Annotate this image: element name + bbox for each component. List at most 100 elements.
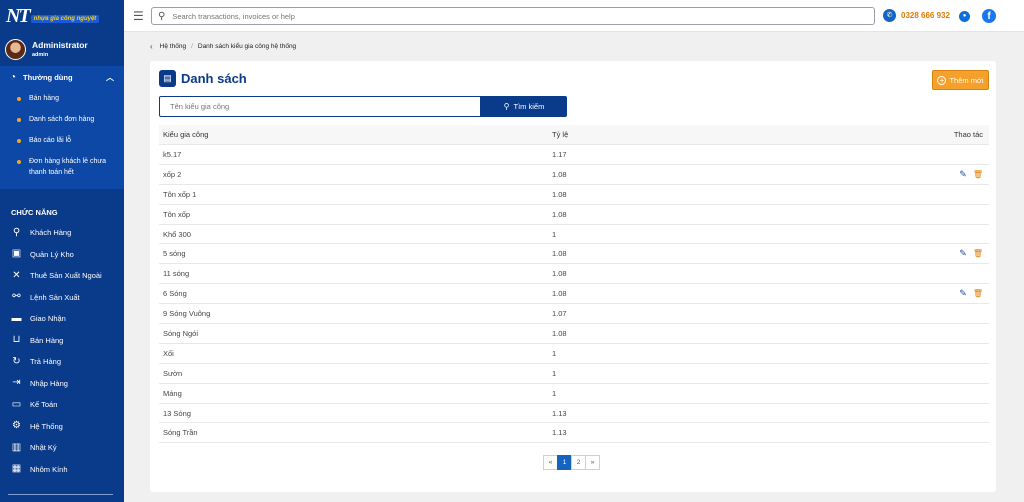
sidebar-item-unpaid-orders[interactable]: Đơn hàng khách lẻ chưa thanh toán hết [0,151,124,183]
table-row: k5.17 1.17 [159,145,989,165]
sidebar-nav-item[interactable]: ▬ Giao Nhận [0,308,124,330]
edit-icon[interactable]: ✎ [959,169,967,179]
sidebar-item-profit-report[interactable]: Báo cáo lãi lỗ [0,130,124,151]
sidebar-nav-label: Nhập Hàng [30,378,68,388]
search-button[interactable]: ⚲ Tìm kiếm [481,96,567,117]
logo-text: nhựa gia công nguyệt [30,15,100,23]
delete-icon[interactable]: 🗑 [973,249,983,258]
cell-type: 11 sóng [163,269,190,279]
column-header-actions: Thao tác [953,130,983,139]
back-chevron-icon[interactable]: ‹ [150,42,153,51]
plus-circle-icon: + [937,75,947,85]
bullet-icon [17,160,21,164]
breadcrumb-current: Danh sách kiểu gia công hệ thống [197,43,297,50]
chart-icon: ▥ [11,441,22,453]
pagination-page-2[interactable]: 2 [571,455,586,470]
cell-ratio: 1 [552,388,557,398]
section-title: CHỨC NĂNG [11,208,58,217]
user-profile[interactable]: Administrator admin [0,32,124,66]
building-icon: ▦ [11,463,22,475]
user-run-icon: ⚲ [12,226,21,238]
sidebar-nav-item[interactable]: ⚲ Khách Hàng [0,222,124,244]
cell-ratio: 1.08 [552,289,567,299]
cell-ratio: 1.08 [552,269,567,279]
cell-actions: ✎ 🗑 [848,169,989,179]
cart-icon: ⊔ [12,334,21,346]
edit-icon[interactable]: ✎ [959,289,967,298]
column-header-type: Kiểu gia công [163,130,209,139]
gauge-icon: ◔ [10,71,17,83]
sidebar-nav-label: Nhôm Kính [30,464,68,474]
sidebar-nav-item[interactable]: ▦ Nhôm Kính [0,459,124,481]
sidebar-nav-item[interactable]: ↻ Trả Hàng [0,351,124,373]
pagination-next[interactable]: » [585,455,600,470]
trash-box-icon: ▣ [11,248,22,260]
breadcrumb-item[interactable]: Hệ thống [160,43,186,50]
main-card: ▤ Danh sách + Thêm mới ⚲ Tìm kiếm Kiểu g… [150,61,996,492]
search-icon: ⚲ [158,10,166,22]
messenger-icon[interactable]: ● [959,11,970,22]
sidebar-item-ban-hang[interactable]: Bán hàng [0,88,124,109]
sidebar: NT nhựa gia công nguyệt Administrator ad… [0,0,124,502]
column-header-ratio: Tỷ lệ [552,130,569,139]
table-row: Máng 1 [159,384,989,404]
phone-icon[interactable]: ✆ [883,9,896,22]
return-icon: ↻ [12,355,21,367]
sidebar-group-favorites[interactable]: ◔ Thường dùng ︿ [0,66,124,88]
bullet-icon [17,96,21,101]
sidebar-nav-label: Lệnh Sản Xuất [30,292,80,302]
sidebar-nav-item[interactable]: ⚯ Lệnh Sản Xuất [0,287,124,309]
cell-type: Máng [163,388,182,398]
sidebar-nav-item[interactable]: ▣ Quản Lý Kho [0,244,124,266]
cell-ratio: 1.13 [552,428,567,438]
cell-type: xốp 2 [163,169,182,179]
cell-type: 5 sóng [163,249,186,259]
table-row: 5 sóng 1.08 ✎ 🗑 [159,244,989,265]
pagination-page-1[interactable]: 1 [557,455,572,470]
menu-icon[interactable]: ☰ [133,10,144,22]
search-icon: ⚲ [503,102,510,111]
user-name: Administrator [32,40,88,50]
topbar: ☰ ⚲ ✆ 0328 666 932 ● f [124,0,1024,32]
sidebar-item-order-list[interactable]: Danh sách đơn hàng [0,109,124,130]
table-row: 13 Sóng 1.13 [159,404,989,424]
cell-ratio: 1.13 [552,408,567,418]
table-row: Tôn xốp 1 1.08 [159,185,989,205]
cell-type: 9 Sóng Vuông [163,309,211,319]
breadcrumb-separator: / [191,43,193,50]
processing-type-filter-input[interactable] [159,96,481,117]
delete-icon[interactable]: 🗑 [973,289,983,298]
edit-icon[interactable]: ✎ [959,249,967,258]
sidebar-nav-label: Hệ Thống [30,421,63,431]
cell-type: Sóng Trần [163,428,198,438]
cell-ratio: 1.07 [552,309,567,319]
phone-number[interactable]: 0328 666 932 [901,11,950,20]
facebook-icon[interactable]: f [982,9,996,23]
sidebar-nav-item[interactable]: ⚙ Hệ Thống [0,416,124,438]
pagination-prev[interactable]: « [543,455,558,470]
sidebar-item-label: Đơn hàng khách lẻ chưa thanh toán hết [29,158,106,176]
cell-ratio: 1.17 [552,149,567,159]
cell-type: k5.17 [163,149,182,159]
sidebar-nav-item[interactable]: ⇥ Nhập Hàng [0,373,124,395]
cell-ratio: 1.08 [552,249,567,259]
cell-type: Tôn xốp [163,209,191,219]
group-title: Thường dùng [23,72,73,82]
cell-ratio: 1 [552,348,557,358]
sidebar-nav-item[interactable]: ⊔ Bán Hàng [0,330,124,352]
table-row: Sóng Trần 1.13 [159,423,989,444]
tools-icon: ✕ [12,269,21,281]
cell-type: Sóng Ngói [163,328,199,338]
sidebar-nav-item[interactable]: ✕ Thuê Sản Xuất Ngoài [0,265,124,287]
logo[interactable]: NT nhựa gia công nguyệt [0,0,124,32]
cell-actions: ✎ 🗑 [848,289,989,299]
sidebar-nav-label: Thuê Sản Xuất Ngoài [30,271,102,281]
delete-icon[interactable]: 🗑 [973,170,983,179]
chevron-up-icon: ︿ [106,72,114,82]
global-search[interactable]: ⚲ [151,7,875,25]
sidebar-nav-item[interactable]: ▭ Kế Toán [0,394,124,416]
clipboard-icon: ▤ [159,70,176,87]
sidebar-nav-item[interactable]: ▥ Nhật Ký [0,437,124,459]
search-input[interactable] [172,11,853,21]
add-button[interactable]: + Thêm mới [932,70,989,90]
